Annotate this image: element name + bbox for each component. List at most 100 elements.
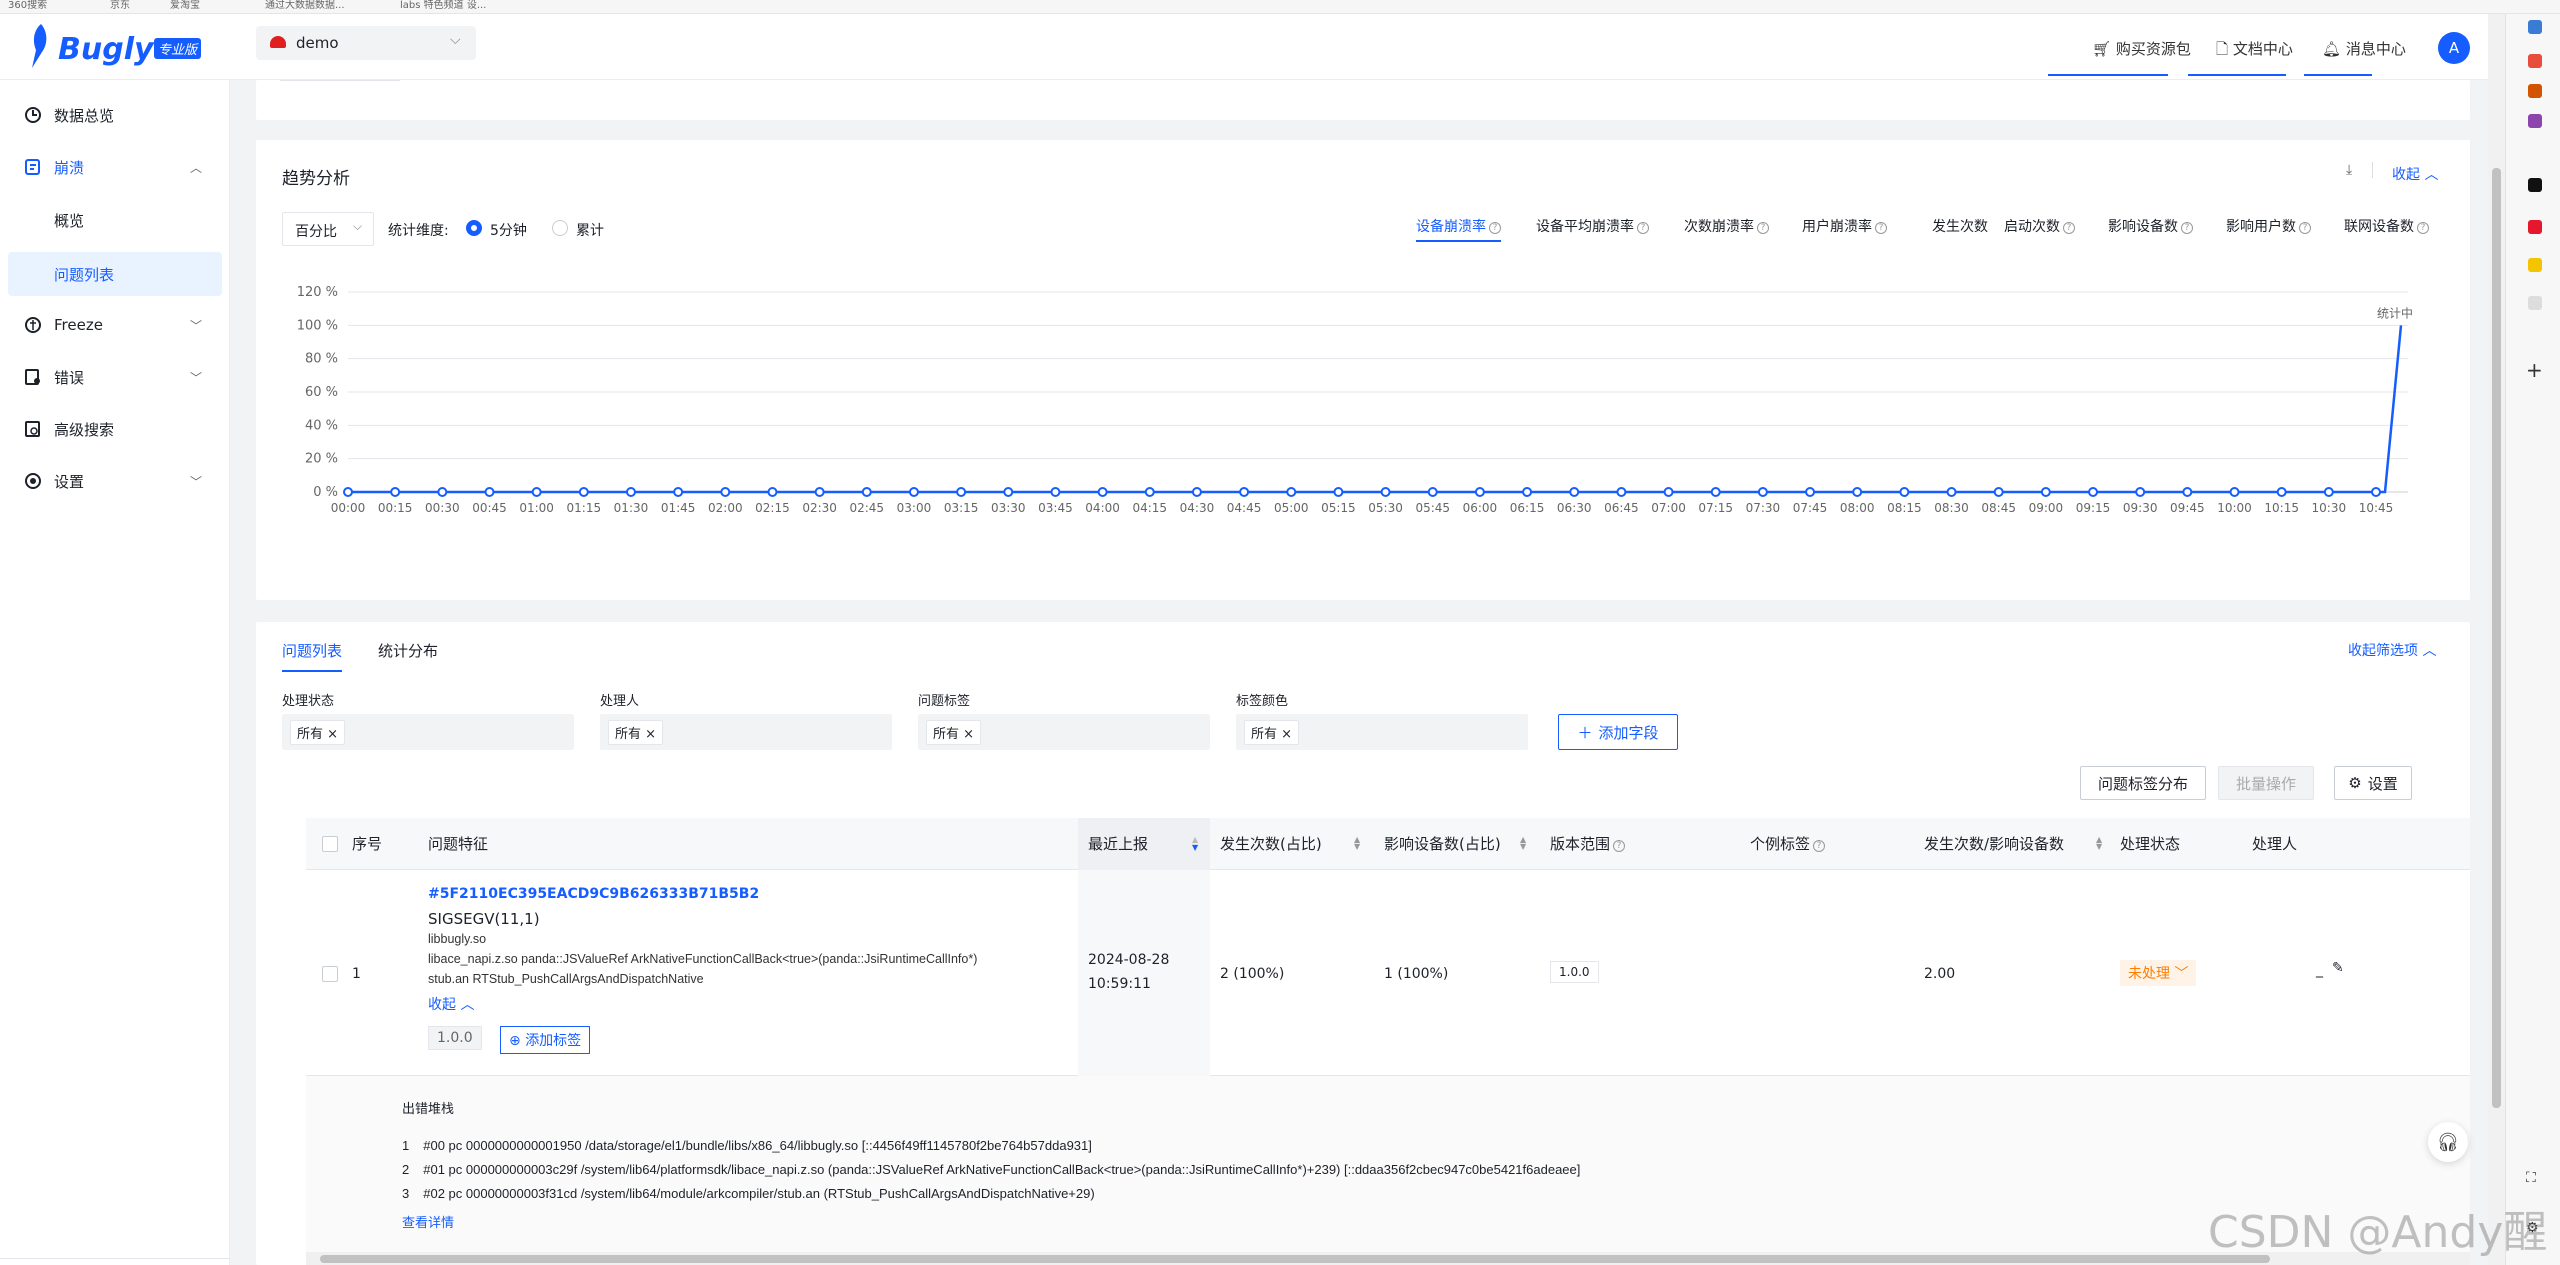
filter-chip[interactable]: 所有 × [608, 720, 664, 745]
tab-issue-list[interactable]: 问题列表 [282, 640, 342, 661]
help-icon[interactable]: ? [1613, 840, 1626, 852]
filter-chip[interactable]: 所有 × [926, 720, 982, 745]
bugly-bird-icon [32, 24, 47, 68]
sidebar-item-crash[interactable]: 崩溃 ︿ [0, 144, 230, 190]
row-checkbox[interactable] [322, 966, 338, 982]
buy-resources-link[interactable]: 🛒︎ 购买资源包 [2092, 38, 2191, 59]
data-point [1522, 487, 1533, 497]
x-tick-label: 10:15 [2264, 501, 2299, 515]
tab-stats[interactable]: 统计分布 [378, 640, 438, 661]
data-point [1191, 487, 1202, 497]
sidebar-item-issue-list[interactable]: 问题列表 [8, 252, 222, 296]
batch-operation-button[interactable]: 批量操作 [2218, 766, 2314, 800]
crash-icon [24, 158, 42, 176]
rail-app-icon[interactable] [2528, 114, 2542, 128]
close-icon[interactable]: × [1281, 727, 1292, 742]
rail-app-icon[interactable] [2528, 258, 2542, 272]
vscroll-thumb[interactable] [2492, 168, 2501, 1108]
avatar[interactable]: A [2438, 32, 2470, 64]
data-point [1097, 487, 1108, 497]
close-icon[interactable]: × [963, 727, 974, 742]
filter-tag[interactable]: 所有 × [918, 714, 1210, 750]
data-point [908, 487, 919, 497]
filter-chip[interactable]: 所有 × [290, 720, 346, 745]
rail-app-icon[interactable] [2528, 296, 2542, 310]
data-point [1380, 487, 1391, 497]
bugly-logo[interactable]: Bugly 专业版 [28, 22, 208, 72]
sort-icon-active[interactable]: ▼ [1192, 844, 1198, 852]
add-field-button[interactable]: ＋ 添加字段 [1558, 714, 1678, 750]
bookmark-3[interactable]: 爱淘宝 [170, 0, 200, 11]
table-settings-button[interactable]: ⚙ 设置 [2334, 766, 2412, 800]
gear-icon: ⚙ [2348, 774, 2362, 792]
close-icon[interactable]: × [645, 727, 656, 742]
bookmark-4[interactable]: 通过大数据数据... [265, 0, 345, 11]
add-icon[interactable]: + [2526, 358, 2543, 382]
issue-id-link[interactable]: #5F2110EC395EACD9C9B626333B71B5B2 [428, 886, 759, 902]
x-tick-label: 06:45 [1604, 501, 1639, 515]
bookmark-1[interactable]: 360搜索 [8, 0, 47, 11]
sidebar-item-settings[interactable]: 设置 ﹀ [0, 458, 230, 504]
sort-icon[interactable]: ▲ ▼ [1520, 836, 1526, 851]
weibo-icon[interactable] [2528, 220, 2542, 234]
y-tick-label: 120 % [297, 285, 338, 300]
col-devices[interactable]: 影响设备数(占比) [1384, 818, 1501, 870]
data-point [578, 487, 589, 497]
data-point [767, 487, 778, 497]
select-all-checkbox[interactable] [322, 836, 338, 852]
rail-app-icon[interactable] [2528, 20, 2542, 34]
messages-link[interactable]: 🔔︎ 消息中心 [2322, 38, 2406, 59]
sidebar-divider [0, 1258, 230, 1259]
filter-assignee[interactable]: 所有 × [600, 714, 892, 750]
sidebar-item-freeze[interactable]: Freeze ﹀ [0, 302, 230, 348]
sort-icon[interactable]: ▲ [1192, 836, 1198, 844]
vertical-scrollbar[interactable] [2488, 14, 2505, 1265]
close-icon[interactable]: × [327, 727, 338, 742]
x-tick-label: 06:30 [1557, 501, 1592, 515]
view-details-link[interactable]: 查看详情 [402, 1212, 454, 1231]
add-tag-button[interactable]: ⊕ 添加标签 [500, 1026, 591, 1054]
tiktok-icon[interactable] [2528, 178, 2542, 192]
x-tick-label: 02:45 [849, 501, 884, 515]
filter-status[interactable]: 所有 × [282, 714, 574, 750]
scrollbar-thumb[interactable] [320, 1255, 2270, 1263]
col-latest[interactable]: 最近上报 [1088, 818, 1148, 870]
app-selector[interactable]: demo ⌵ [256, 26, 476, 60]
rail-app-icon[interactable] [2528, 54, 2542, 68]
sidebar-item-advanced-search[interactable]: 高级搜索 [0, 406, 230, 452]
stack-line: 2 #01 pc 000000000003c29f /system/lib64/p… [402, 1162, 1580, 1177]
sidebar-item-error[interactable]: 错误 ﹀ [0, 354, 230, 400]
collapse-filters[interactable]: 收起筛选项 ︿ [2348, 640, 2436, 660]
bookmark-2[interactable]: 京东 [110, 0, 130, 11]
filter-chip[interactable]: 所有 × [1244, 720, 1300, 745]
sort-icon[interactable]: ▲ ▼ [1354, 836, 1360, 851]
y-tick-label: 20 % [305, 452, 338, 467]
row-collapse[interactable]: 收起 ︿ [428, 994, 474, 1014]
rail-app-icon[interactable] [2528, 84, 2542, 98]
horizontal-scrollbar[interactable] [306, 1252, 2470, 1265]
issue-line-2: libace_napi.z.so panda::JSValueRef ArkNa… [428, 952, 978, 966]
bookmark-5[interactable]: labs 特色频道 设... [400, 0, 486, 11]
x-tick-label: 03:45 [1038, 501, 1073, 515]
edit-icon[interactable]: ✎ [2332, 960, 2344, 976]
col-ratio[interactable]: 发生次数/影响设备数 [1924, 818, 2064, 870]
rail-bottom-icon[interactable]: ⛶ [2526, 1170, 2536, 1186]
col-case-tag: 个例标签? [1750, 818, 1826, 870]
sort-icon[interactable]: ▲ ▼ [2096, 836, 2102, 851]
filter-color[interactable]: 所有 × [1236, 714, 1528, 750]
stack-line: 3 #02 pc 00000000003f31cd /system/lib64/m… [402, 1186, 1095, 1201]
status-badge[interactable]: 未处理 ﹀ [2120, 960, 2197, 986]
x-tick-label: 02:00 [708, 501, 743, 515]
tag-distribution-button[interactable]: 问题标签分布 [2080, 766, 2206, 800]
headset-icon[interactable]: 🎧︎ [2428, 1122, 2468, 1162]
filter-label-assignee: 处理人 [600, 694, 640, 709]
stack-line-text: #01 pc 000000000003c29f /system/lib64/pl… [423, 1162, 1581, 1177]
sidebar-item-crash-overview[interactable]: 概览 [8, 198, 222, 242]
sidebar-item-overview[interactable]: 数据总览 [0, 92, 230, 138]
docs-link[interactable]: 🗋 文档中心 [2216, 38, 2293, 64]
help-icon[interactable]: ? [1813, 840, 1826, 852]
col-count[interactable]: 发生次数(占比) [1220, 818, 1322, 870]
x-tick-label: 01:00 [519, 501, 554, 515]
table-row: 1 #5F2110EC395EACD9C9B626333B71B5B2 SIGS… [306, 870, 2470, 1076]
data-point [390, 487, 401, 497]
